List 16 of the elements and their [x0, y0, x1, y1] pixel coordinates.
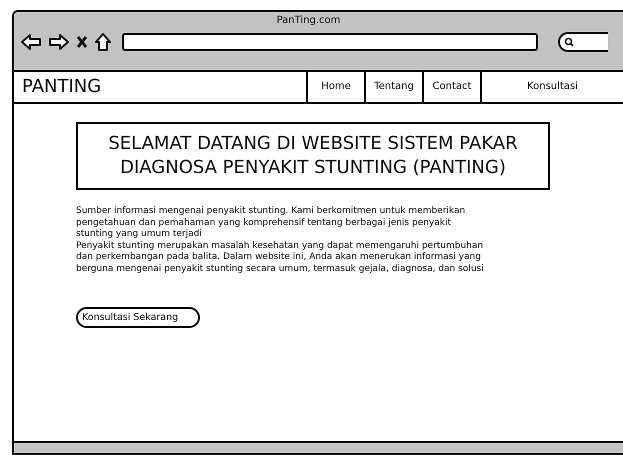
address-field[interactable] — [122, 33, 538, 51]
nav-link[interactable]: Konsultasi — [482, 72, 623, 102]
close-icon[interactable] — [76, 35, 88, 49]
intro-paragraph: Penyakit stunting merupakan masalah kesehatan yang dapat memengaruhi pertumbuhan dan perkembangan pada balita. Dalam website ini, Anda akan menerukan informasi yang berguna mengenai penyakit stunting secara umum, termasuk gejala, diagnosa, dan solusi — [76, 240, 485, 275]
page-heading: SELAMAT DATANG DI WEBSITE SISTEM PAKAR DIAGNOSA PENYAKIT STUNTING (PANTING) — [76, 122, 550, 190]
search-field[interactable] — [558, 32, 608, 52]
browser-title: PanTing.com — [276, 14, 342, 26]
back-arrow-icon[interactable] — [20, 33, 42, 51]
forward-arrow-icon[interactable] — [48, 33, 70, 51]
intro-paragraph: Sumber informasi mengenai penyakit stunting. Kami berkomitmen untuk memberikan pengetahuan dan pemahaman yang komprehensif tentang berbagai jenis penyakit stunting yang umum terjadi — [76, 206, 466, 240]
nav-link[interactable]: Contact — [424, 72, 482, 102]
consult-button[interactable]: Konsultasi Sekarang — [76, 307, 200, 328]
nav-link[interactable]: Home — [308, 72, 366, 102]
nav-link[interactable]: Tentang — [366, 72, 424, 102]
search-icon — [564, 37, 574, 47]
site-logo: PANTING — [14, 72, 308, 102]
